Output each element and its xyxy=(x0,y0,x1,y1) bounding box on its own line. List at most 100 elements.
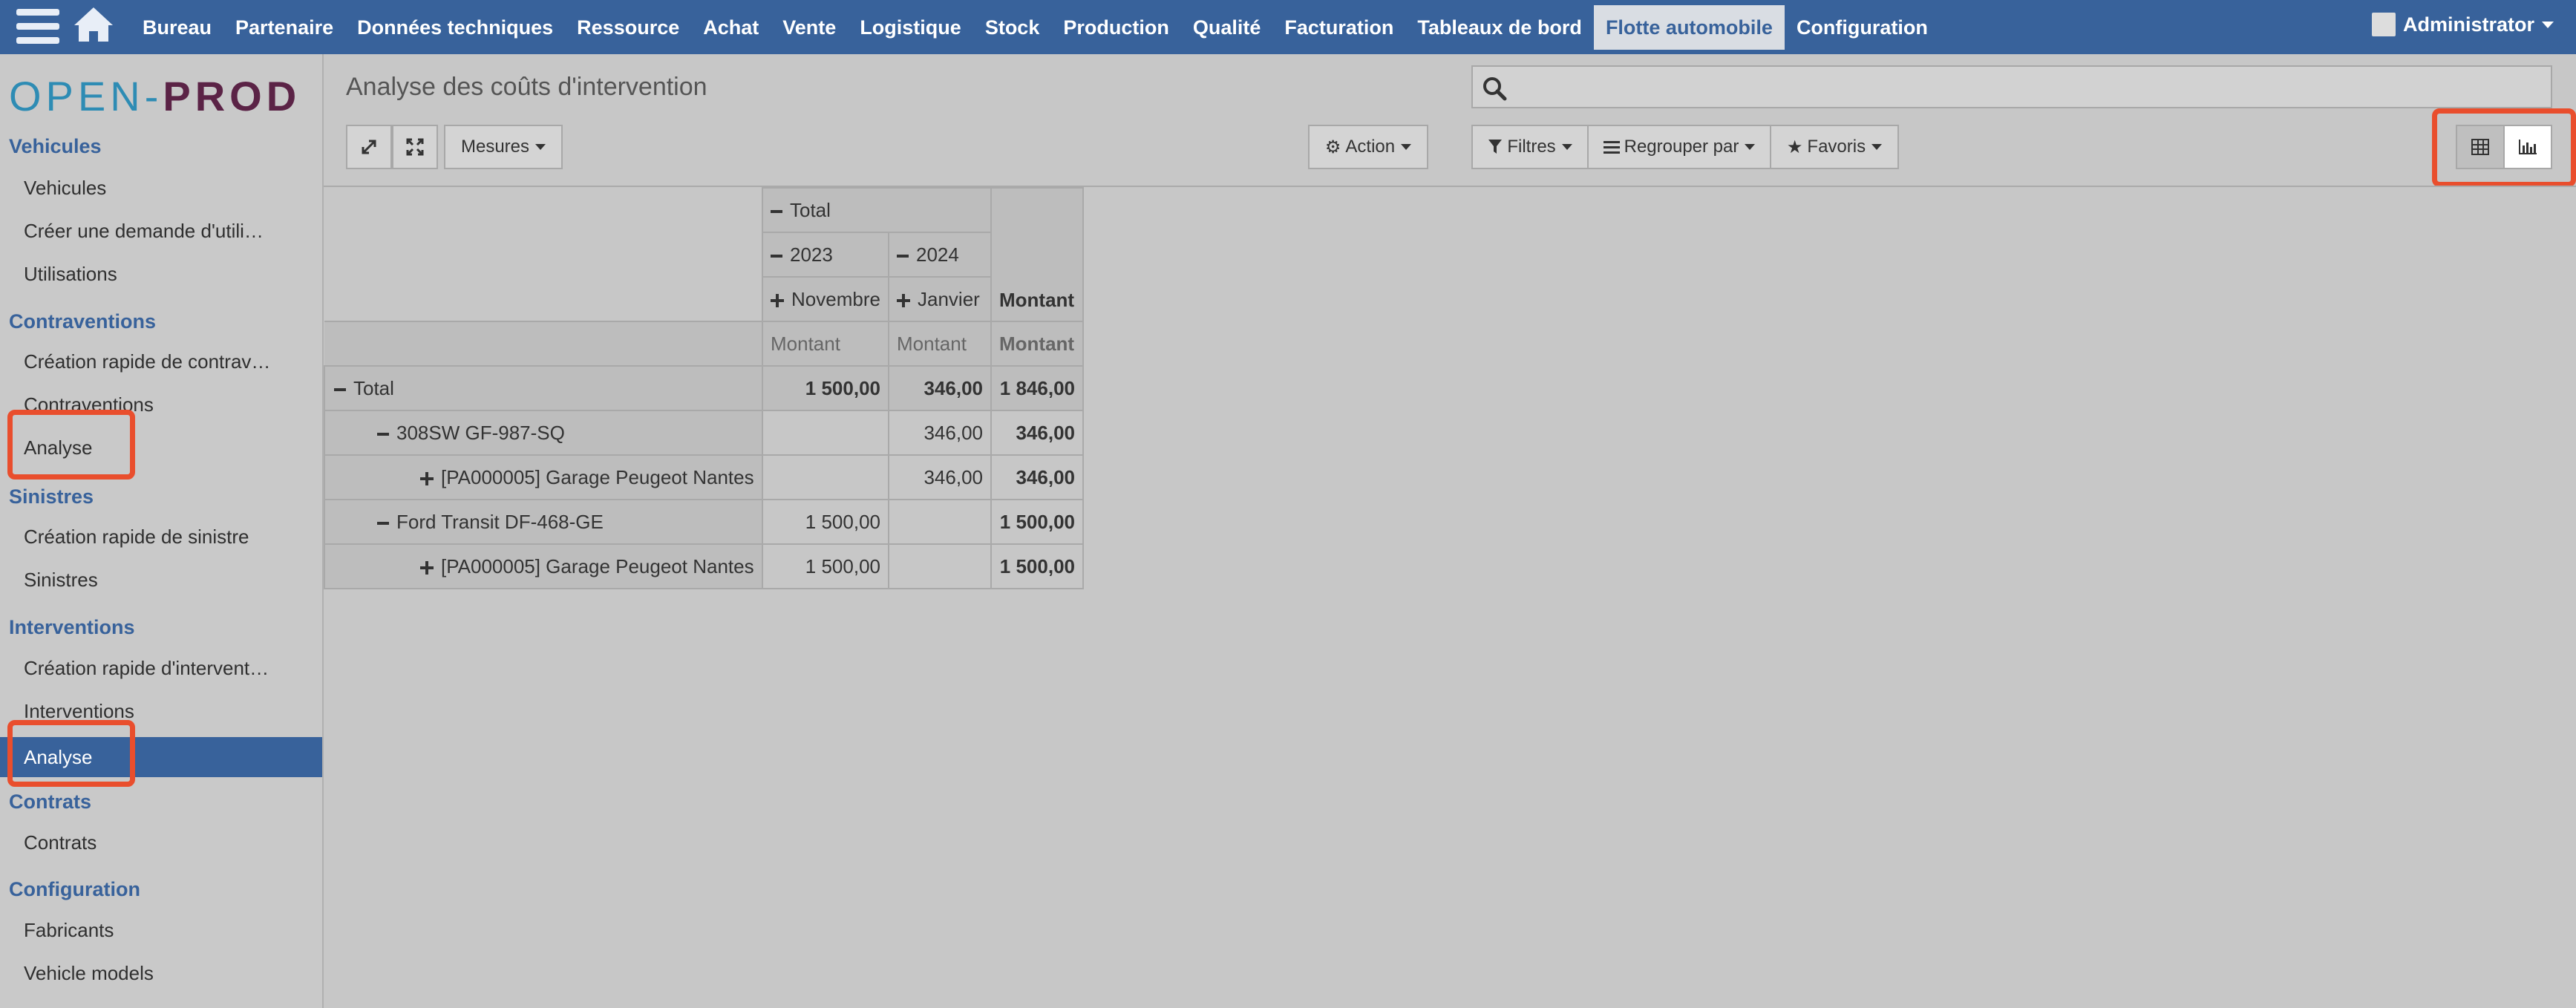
chevron-down-icon xyxy=(1871,144,1883,150)
menu-facturation[interactable]: Facturation xyxy=(1272,5,1405,50)
pivot-row-header[interactable]: Ford Transit DF-468-GE xyxy=(324,499,763,545)
sidebar-section-configuration: Configuration xyxy=(9,878,140,900)
highlight-analyse-interventions xyxy=(7,720,135,787)
pivot-col-header-2024[interactable]: 2024 xyxy=(888,232,992,278)
menu-configuration[interactable]: Configuration xyxy=(1785,5,1940,50)
pivot-cell xyxy=(888,499,992,545)
sidebar-item-contrats[interactable]: Contrats xyxy=(24,831,276,854)
user-menu[interactable]: Administrator xyxy=(2371,0,2554,49)
sidebar-section-vehicules: Vehicules xyxy=(9,135,102,157)
pivot-measure-header: Montant xyxy=(990,321,1084,367)
pivot-col-header-total[interactable]: Total xyxy=(762,187,992,233)
sidebar-item-creation-rapide-contravention[interactable]: Création rapide de contrav… xyxy=(24,350,276,373)
pivot-cell xyxy=(888,543,992,589)
pivot-row-header[interactable]: [PA000005] Garage Peugeot Nantes xyxy=(324,454,763,500)
menu-production[interactable]: Production xyxy=(1051,5,1181,50)
menu-toggle-icon[interactable] xyxy=(16,9,59,45)
sidebar-item-creation-rapide-sinistre[interactable]: Création rapide de sinistre xyxy=(24,526,276,549)
expand-icon xyxy=(420,560,434,575)
table-row: 308SW GF-987-SQ 346,00 346,00 xyxy=(324,410,1084,456)
action-dropdown[interactable]: ⚙ Action xyxy=(1308,125,1428,169)
pivot-col-header-measure-total: Montant xyxy=(990,187,1084,322)
pivot-cell: 346,00 xyxy=(990,410,1084,456)
expand-icon xyxy=(771,293,784,307)
expand-icon xyxy=(362,140,376,154)
chevron-down-icon xyxy=(1745,144,1756,150)
fullscreen-icon xyxy=(406,138,424,156)
fullscreen-button[interactable] xyxy=(392,125,438,169)
sidebar-item-vehicle-models[interactable]: Vehicle models xyxy=(24,962,276,985)
pivot-col-header-janvier[interactable]: Janvier xyxy=(888,276,992,322)
pivot-col-header-novembre[interactable]: Novembre xyxy=(762,276,889,322)
menu-vente[interactable]: Vente xyxy=(771,5,848,50)
collapse-icon xyxy=(771,209,782,213)
favorites-dropdown[interactable]: ★ Favoris xyxy=(1770,125,1899,169)
sidebar-item-vehicules[interactable]: Vehicules xyxy=(24,177,276,200)
page-title: Analyse des coûts d'intervention xyxy=(346,73,707,101)
sidebar-section-sinistres: Sinistres xyxy=(9,485,94,508)
measures-dropdown[interactable]: Mesures xyxy=(444,125,563,169)
logo: OPEN-PROD xyxy=(9,73,301,120)
pivot-col-header-2023[interactable]: 2023 xyxy=(762,232,889,278)
sidebar-item-sinistres[interactable]: Sinistres xyxy=(24,569,276,592)
avatar xyxy=(2371,13,2396,36)
pivot-cell: 346,00 xyxy=(888,365,992,411)
chevron-down-icon xyxy=(1401,144,1412,150)
sidebar-item-creer-demande[interactable]: Créer une demande d'utili… xyxy=(24,220,276,243)
menu-stock[interactable]: Stock xyxy=(973,5,1052,50)
pivot-cell: 1 500,00 xyxy=(762,365,889,411)
gear-icon: ⚙ xyxy=(1324,137,1341,157)
pivot-measure-header: Montant xyxy=(762,321,889,367)
chevron-down-icon xyxy=(535,144,546,150)
pivot-measure-header: Montant xyxy=(888,321,992,367)
main-menu: Bureau Partenaire Données techniques Res… xyxy=(131,0,1940,54)
user-name: Administrator xyxy=(2402,13,2534,36)
sidebar: OPEN-PROD Vehicules Vehicules Créer une … xyxy=(0,54,324,1008)
sidebar-section-contrats: Contrats xyxy=(9,791,92,813)
menu-bureau[interactable]: Bureau xyxy=(131,5,223,50)
table-row: [PA000005] Garage Peugeot Nantes 346,00 … xyxy=(324,454,1084,500)
pivot-row-header[interactable]: [PA000005] Garage Peugeot Nantes xyxy=(324,543,763,589)
menu-partenaire[interactable]: Partenaire xyxy=(223,5,345,50)
home-icon[interactable] xyxy=(71,4,116,45)
menu-donnees-techniques[interactable]: Données techniques xyxy=(345,5,565,50)
menu-achat[interactable]: Achat xyxy=(691,5,771,50)
sidebar-item-creation-rapide-intervention[interactable]: Création rapide d'intervent… xyxy=(24,657,276,680)
search-input[interactable] xyxy=(1471,65,2552,108)
star-icon: ★ xyxy=(1786,137,1803,157)
pivot-cell xyxy=(762,410,889,456)
expand-all-button[interactable] xyxy=(346,125,392,169)
list-icon xyxy=(1603,141,1620,154)
filters-dropdown[interactable]: Filtres xyxy=(1471,125,1589,169)
pivot-cell: 1 500,00 xyxy=(762,543,889,589)
table-row: Total 1 500,00 346,00 1 846,00 xyxy=(324,365,1084,411)
pivot-cell: 1 500,00 xyxy=(990,543,1084,589)
pivot-table: Total Montant 2023 2024 Novembre Janvier… xyxy=(324,187,1084,589)
collapse-icon xyxy=(334,387,346,391)
table-row: [PA000005] Garage Peugeot Nantes 1 500,0… xyxy=(324,543,1084,589)
search-icon xyxy=(1483,77,1507,101)
highlight-view-switcher xyxy=(2432,108,2576,187)
pivot-row-header[interactable]: Total xyxy=(324,365,763,411)
pivot-cell: 1 500,00 xyxy=(762,499,889,545)
menu-logistique[interactable]: Logistique xyxy=(848,5,973,50)
menu-ressource[interactable]: Ressource xyxy=(565,5,691,50)
groupby-dropdown[interactable]: Regrouper par xyxy=(1587,125,1771,169)
sidebar-item-utilisations[interactable]: Utilisations xyxy=(24,263,276,286)
chevron-down-icon xyxy=(2542,21,2554,28)
sidebar-item-fabricants[interactable]: Fabricants xyxy=(24,919,276,942)
sidebar-section-contraventions: Contraventions xyxy=(9,310,157,333)
pivot-cell: 346,00 xyxy=(888,410,992,456)
top-navbar: Bureau Partenaire Données techniques Res… xyxy=(0,0,2576,54)
collapse-icon xyxy=(377,432,389,436)
expand-icon xyxy=(897,293,910,307)
menu-tableaux-de-bord[interactable]: Tableaux de bord xyxy=(1405,5,1594,50)
pivot-row-header[interactable]: 308SW GF-987-SQ xyxy=(324,410,763,456)
pivot-cell: 346,00 xyxy=(888,454,992,500)
collapse-icon xyxy=(897,254,909,258)
sidebar-section-interventions: Interventions xyxy=(9,616,135,638)
menu-qualite[interactable]: Qualité xyxy=(1181,5,1273,50)
pivot-cell: 346,00 xyxy=(990,454,1084,500)
collapse-icon xyxy=(377,521,389,525)
menu-flotte-automobile[interactable]: Flotte automobile xyxy=(1593,4,1785,50)
